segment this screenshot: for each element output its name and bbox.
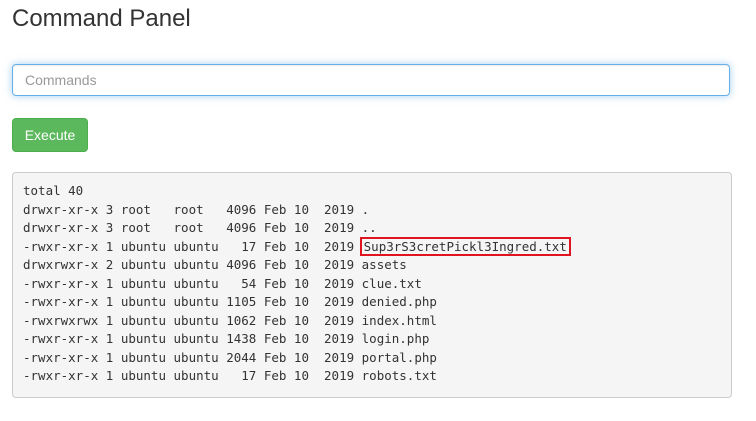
execute-button[interactable]: Execute <box>12 118 88 152</box>
entry-meta: -rwxr-xr-x 1 ubuntu ubuntu 54 Feb 10 201… <box>23 275 362 291</box>
output-line: -rwxr-xr-x 1 ubuntu ubuntu 17 Feb 10 201… <box>23 367 721 386</box>
output-line: -rwxrwxrwx 1 ubuntu ubuntu 1062 Feb 10 2… <box>23 312 721 331</box>
command-output: total 40 drwxr-xr-x 3 root root 4096 Feb … <box>12 172 732 398</box>
output-total-line: total 40 <box>23 183 84 198</box>
entry-meta: -rwxr-xr-x 1 ubuntu ubuntu 1438 Feb 10 2… <box>23 331 362 346</box>
page-title: Command Panel <box>12 5 191 32</box>
entry-meta: drwxr-xr-x 3 root root 4096 Feb 10 2019 <box>23 220 362 235</box>
entry-filename: assets <box>361 257 407 272</box>
output-line: drwxr-xr-x 3 root root 4096 Feb 10 2019 … <box>23 201 721 220</box>
entry-filename: clue.txt <box>361 275 422 291</box>
entry-meta: -rwxr-xr-x 1 ubuntu ubuntu 2044 Feb 10 2… <box>23 349 362 365</box>
commands-input[interactable] <box>12 64 730 96</box>
output-line: drwxrwxr-x 2 ubuntu ubuntu 4096 Feb 10 2… <box>23 256 721 275</box>
entry-filename: portal.php <box>361 349 437 365</box>
output-line: -rwxr-xr-x 1 ubuntu ubuntu 2044 Feb 10 2… <box>23 349 721 368</box>
output-line: drwxr-xr-x 3 root root 4096 Feb 10 2019 … <box>23 219 721 238</box>
entry-meta: -rwxr-xr-x 1 ubuntu ubuntu 17 Feb 10 201… <box>23 368 362 383</box>
entry-filename: index.html <box>361 312 437 328</box>
entry-filename: . <box>361 201 370 217</box>
entry-meta: drwxr-xr-x 3 root root 4096 Feb 10 2019 <box>23 201 362 217</box>
entry-filename: denied.php <box>361 294 437 309</box>
highlighted-filename: Sup3rS3cretPickl3Ingred.txt <box>359 236 571 256</box>
entry-filename: .. <box>361 220 377 235</box>
entry-meta: drwxrwxr-x 2 ubuntu ubuntu 4096 Feb 10 2… <box>23 257 362 272</box>
entry-meta: -rwxr-xr-x 1 ubuntu ubuntu 1105 Feb 10 2… <box>23 294 362 309</box>
output-line: -rwxr-xr-x 1 ubuntu ubuntu 54 Feb 10 201… <box>23 275 721 294</box>
entry-filename: robots.txt <box>361 368 437 383</box>
output-line: -rwxr-xr-x 1 ubuntu ubuntu 17 Feb 10 201… <box>23 236 721 257</box>
entry-filename: login.php <box>361 331 430 346</box>
output-line: -rwxr-xr-x 1 ubuntu ubuntu 1105 Feb 10 2… <box>23 293 721 312</box>
entry-meta: -rwxr-xr-x 1 ubuntu ubuntu 17 Feb 10 201… <box>23 238 362 254</box>
output-line: -rwxr-xr-x 1 ubuntu ubuntu 1438 Feb 10 2… <box>23 330 721 349</box>
entry-meta: -rwxrwxrwx 1 ubuntu ubuntu 1062 Feb 10 2… <box>23 312 362 328</box>
